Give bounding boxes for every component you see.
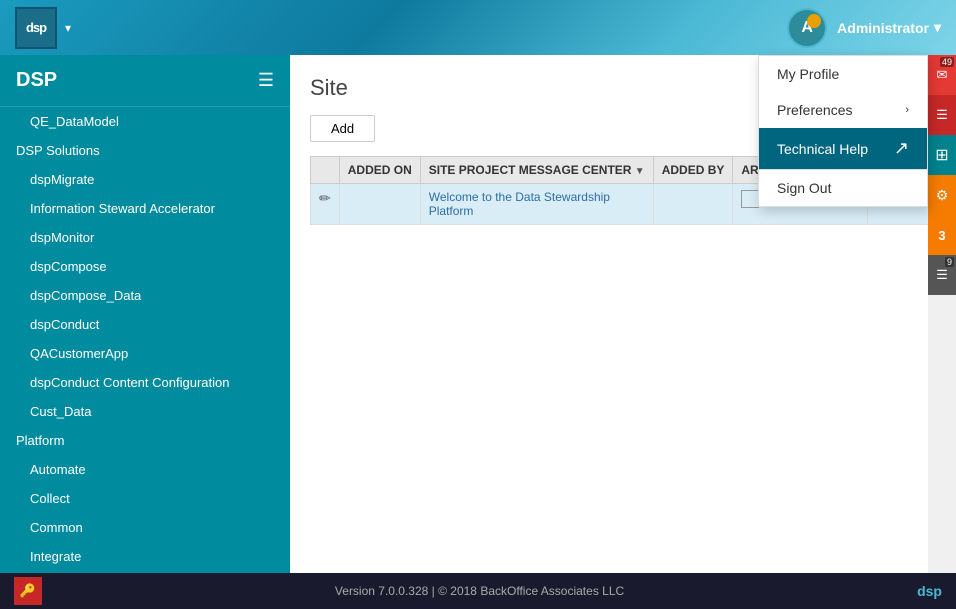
map-icon-button[interactable]: ⊞ bbox=[928, 135, 956, 175]
app-footer: 🔑 Version 7.0.0.328 | © 2018 BackOffice … bbox=[0, 573, 956, 609]
sidebar-menu-icon[interactable]: ☰ bbox=[258, 70, 274, 91]
col-header-message[interactable]: SITE PROJECT MESSAGE CENTER ▼ bbox=[420, 157, 653, 184]
col-header-edit bbox=[311, 157, 340, 184]
sidebar-item-integrate[interactable]: Integrate bbox=[0, 542, 290, 571]
sidebar-item-cust-data[interactable]: Cust_Data bbox=[0, 397, 290, 426]
row-edit-cell[interactable]: ✏ bbox=[311, 184, 340, 225]
archive-checkbox[interactable] bbox=[741, 190, 759, 208]
preferences-arrow: › bbox=[905, 104, 909, 116]
list2-badge: 9 bbox=[945, 257, 954, 267]
sidebar-item-dspcompose-data[interactable]: dspCompose_Data bbox=[0, 281, 290, 310]
gear-icon: ⚙ bbox=[936, 187, 949, 204]
sidebar-item-dspcompose[interactable]: dspCompose bbox=[0, 252, 290, 281]
header-right: A Administrator ▾ bbox=[787, 8, 941, 48]
sign-out-label: Sign Out bbox=[777, 180, 831, 196]
row-message-text: Welcome to the Data Stewardship Platform bbox=[429, 190, 610, 218]
sidebar-item-dspconduct-content[interactable]: dspConduct Content Configuration bbox=[0, 368, 290, 397]
app-header: dsp ▾ A Administrator ▾ bbox=[0, 0, 956, 55]
footer-logo-area: 🔑 bbox=[14, 577, 42, 605]
sidebar-item-dsp-solutions[interactable]: DSP Solutions bbox=[0, 136, 290, 165]
col-added-on-label: ADDED ON bbox=[348, 163, 412, 177]
admin-chevron: ▾ bbox=[934, 19, 941, 36]
sidebar-item-dspconduct[interactable]: dspConduct bbox=[0, 310, 290, 339]
content-wrapper: Site Add ADDED ON SITE PROJECT MESSAGE C… bbox=[290, 55, 956, 573]
list2-icon: ☰ bbox=[936, 267, 948, 283]
col-header-added-by: ADDED BY bbox=[653, 157, 733, 184]
dropdown-my-profile[interactable]: My Profile bbox=[759, 56, 927, 92]
main-layout: DSP ☰ QE_DataModel DSP Solutions dspMigr… bbox=[0, 55, 956, 573]
gear-icon-button[interactable]: ⚙ bbox=[928, 175, 956, 215]
sidebar-item-dspmigrate[interactable]: dspMigrate bbox=[0, 165, 290, 194]
number-icon-button[interactable]: 3 bbox=[928, 215, 956, 255]
number-label: 3 bbox=[938, 228, 945, 243]
dropdown-sign-out[interactable]: Sign Out bbox=[759, 170, 927, 206]
col-added-by-label: ADDED BY bbox=[662, 163, 725, 177]
sidebar-item-qacustomerapp[interactable]: QACustomerApp bbox=[0, 339, 290, 368]
sidebar-title: DSP bbox=[16, 69, 57, 92]
row-message-cell: Welcome to the Data Stewardship Platform bbox=[420, 184, 653, 225]
dropdown-preferences[interactable]: Preferences › bbox=[759, 92, 927, 128]
cursor-pointer-icon: ↗ bbox=[894, 138, 909, 159]
footer-icon-box: 🔑 bbox=[14, 577, 42, 605]
preferences-label: Preferences bbox=[777, 102, 852, 118]
sidebar-item-common[interactable]: Common bbox=[0, 513, 290, 542]
logo-area: dsp ▾ bbox=[15, 7, 71, 49]
sidebar-item-qe-datamodel[interactable]: QE_DataModel bbox=[0, 107, 290, 136]
my-profile-label: My Profile bbox=[777, 66, 839, 82]
sidebar-header: DSP ☰ bbox=[0, 55, 290, 107]
mail-icon: ✉ bbox=[937, 67, 948, 83]
sidebar: DSP ☰ QE_DataModel DSP Solutions dspMigr… bbox=[0, 55, 290, 573]
sidebar-item-collect[interactable]: Collect bbox=[0, 484, 290, 513]
right-icons-panel: ✉ 49 ☰ ⊞ ⚙ 3 ☰ 9 bbox=[928, 55, 956, 573]
dropdown-technical-help[interactable]: Technical Help ↗ bbox=[759, 128, 927, 169]
avatar: A bbox=[787, 8, 827, 48]
sort-arrow-icon: ▼ bbox=[635, 166, 645, 177]
row-added-by-cell bbox=[653, 184, 733, 225]
logo-chevron[interactable]: ▾ bbox=[65, 21, 71, 35]
list-icon: ☰ bbox=[936, 107, 948, 123]
map-icon: ⊞ bbox=[935, 145, 948, 165]
row-added-on-cell bbox=[339, 184, 420, 225]
add-button[interactable]: Add bbox=[310, 115, 375, 142]
footer-dsp-label: dsp bbox=[917, 583, 942, 599]
edit-pencil-icon[interactable]: ✏ bbox=[319, 190, 331, 206]
sidebar-item-dspmonitor[interactable]: dspMonitor bbox=[0, 223, 290, 252]
col-message-label: SITE PROJECT MESSAGE CENTER bbox=[429, 163, 632, 177]
mail-badge: 49 bbox=[940, 57, 954, 67]
sidebar-item-platform[interactable]: Platform bbox=[0, 426, 290, 455]
sidebar-item-info-steward[interactable]: Information Steward Accelerator bbox=[0, 194, 290, 223]
status-dot bbox=[807, 14, 821, 28]
col-header-added-on: ADDED ON bbox=[339, 157, 420, 184]
admin-dropdown-button[interactable]: Administrator ▾ bbox=[837, 19, 941, 36]
mail-icon-button[interactable]: ✉ 49 bbox=[928, 55, 956, 95]
footer-version-text: Version 7.0.0.328 | © 2018 BackOffice As… bbox=[335, 584, 624, 598]
footer-icon: 🔑 bbox=[20, 583, 36, 599]
logo-text: dsp bbox=[26, 20, 46, 35]
user-dropdown-menu: My Profile Preferences › Technical Help … bbox=[758, 55, 928, 207]
sidebar-item-automate[interactable]: Automate bbox=[0, 455, 290, 484]
list-icon-button[interactable]: ☰ bbox=[928, 95, 956, 135]
admin-label: Administrator bbox=[837, 20, 929, 36]
list2-icon-button[interactable]: ☰ 9 bbox=[928, 255, 956, 295]
logo-box: dsp bbox=[15, 7, 57, 49]
technical-help-label: Technical Help bbox=[777, 141, 868, 157]
